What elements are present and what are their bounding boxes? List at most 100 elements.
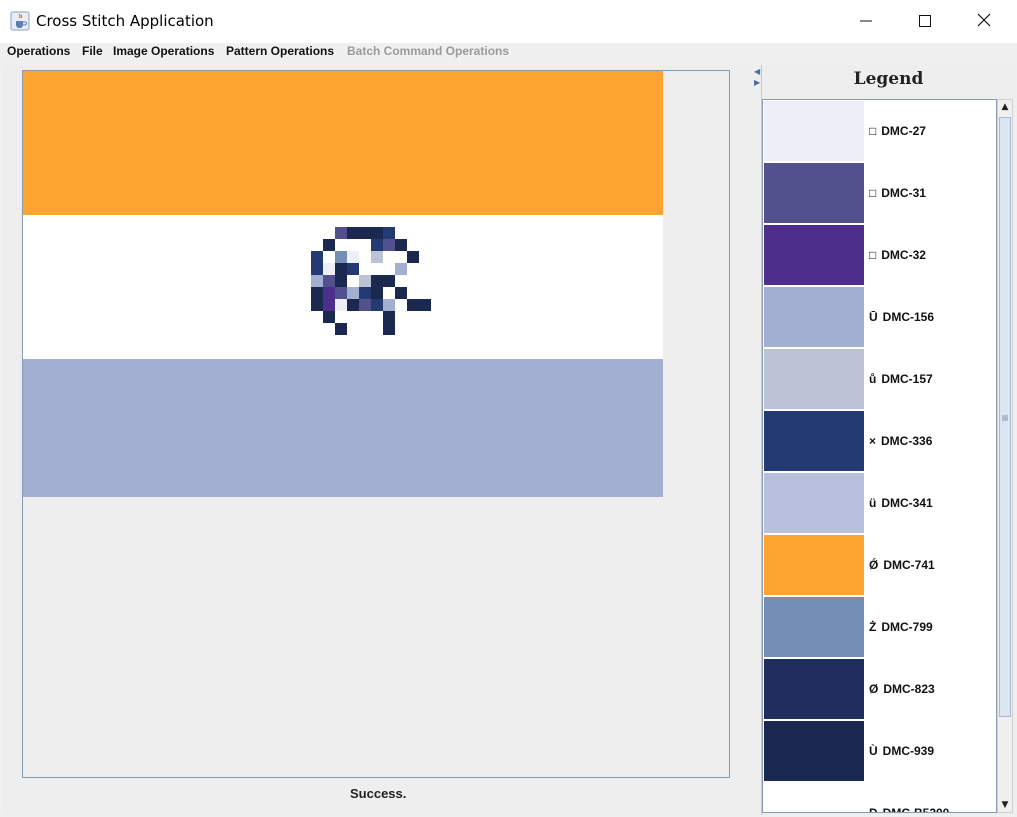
legend-item: □ DMC-31 (764, 163, 996, 223)
legend-label: □ DMC-31 (869, 186, 926, 200)
legend-label: Ǿ DMC-741 (869, 558, 935, 572)
collapse-right-icon[interactable]: ▶ (754, 78, 760, 87)
window-title: Cross Stitch Application (36, 12, 214, 30)
emblem-stitch (371, 275, 383, 287)
dmc-code: DMC-336 (881, 434, 933, 448)
legend-item: Ɖ DMC-B5200 (764, 783, 996, 813)
close-button[interactable] (961, 0, 1007, 43)
menu-file[interactable]: File (82, 44, 103, 58)
emblem-stitch (371, 251, 383, 263)
emblem-stitch (323, 287, 335, 299)
stitch-symbol: Ù (869, 744, 878, 758)
emblem-stitch (395, 287, 407, 299)
emblem-stitch (347, 287, 359, 299)
emblem-stitch (335, 299, 347, 311)
maximize-button[interactable] (902, 0, 948, 43)
emblem-stitch (335, 251, 347, 263)
color-swatch (764, 659, 864, 719)
stitch-symbol: Ǿ (869, 558, 879, 572)
dmc-code: DMC-157 (881, 372, 933, 386)
legend-label: Ż DMC-799 (869, 620, 933, 634)
menu-operations[interactable]: Operations (7, 44, 70, 58)
emblem-stitch (371, 287, 383, 299)
emblem-stitch (383, 227, 395, 239)
emblem-stitch (383, 299, 395, 311)
emblem-stitch (407, 299, 419, 311)
split-divider[interactable] (753, 65, 761, 815)
stitch-symbol: Ø (869, 682, 879, 696)
emblem-stitch (323, 299, 335, 311)
minimize-button[interactable] (843, 0, 889, 43)
dmc-code: DMC-B5200 (882, 806, 950, 813)
stitch-symbol: × (869, 434, 877, 448)
legend-label: ü DMC-341 (869, 496, 933, 510)
emblem-stitch (383, 239, 395, 251)
legend-label: □ DMC-32 (869, 248, 926, 262)
emblem-stitch (311, 263, 323, 275)
title-bar: Cross Stitch Application (0, 0, 1017, 43)
legend-label: Ù DMC-939 (869, 744, 934, 758)
dmc-code: DMC-823 (883, 682, 935, 696)
emblem-stitch (335, 263, 347, 275)
color-swatch (764, 411, 864, 471)
emblem-stitch (311, 275, 323, 287)
emblem-stitch (311, 299, 323, 311)
emblem-stitch (335, 323, 347, 335)
emblem-stitch (335, 227, 347, 239)
legend-title: Legend (853, 69, 924, 89)
emblem-stitch (395, 239, 407, 251)
emblem-stitch (323, 263, 335, 275)
menu-pattern-operations[interactable]: Pattern Operations (226, 44, 334, 58)
legend-item: Ū DMC-156 (764, 287, 996, 347)
color-swatch (764, 597, 864, 657)
dmc-code: DMC-156 (882, 310, 935, 324)
legend-label: × DMC-336 (869, 434, 932, 448)
emblem-stitch (347, 263, 359, 275)
stripe-top (23, 71, 663, 215)
emblem-stitch (311, 287, 323, 299)
emblem-stitch (359, 227, 371, 239)
emblem-stitch (383, 275, 395, 287)
legend-scrollbar[interactable]: ▲ ▼ (997, 99, 1013, 813)
emblem-stitch (383, 323, 395, 335)
dmc-code: DMC-939 (882, 744, 935, 758)
dmc-code: DMC-31 (881, 186, 926, 200)
scroll-down-icon[interactable]: ▼ (998, 798, 1012, 812)
legend-item: □ DMC-32 (764, 225, 996, 285)
dmc-code: DMC-32 (881, 248, 926, 262)
emblem-stitch (371, 299, 383, 311)
scroll-thumb[interactable] (999, 117, 1011, 717)
legend-label: Ū DMC-156 (869, 310, 934, 324)
legend-list[interactable]: □ DMC-27 □ DMC-31 □ DMC-32 Ū DMC-156 ů DMC-157 × DM… (762, 99, 997, 813)
legend-label: Ɖ DMC-B5200 (869, 806, 950, 813)
emblem-stitch (347, 299, 359, 311)
menu-bar: Operations File Image Operations Pattern… (0, 43, 1017, 63)
emblem-stitch (359, 299, 371, 311)
collapse-left-icon[interactable]: ◀ (754, 67, 760, 76)
stitch-symbol: Ū (869, 310, 878, 324)
color-swatch (764, 287, 864, 347)
dmc-code: DMC-799 (881, 620, 933, 634)
stitch-symbol: □ (869, 248, 877, 262)
menu-image-operations[interactable]: Image Operations (113, 44, 214, 58)
emblem-stitch (359, 287, 371, 299)
emblem-stitch (347, 251, 359, 263)
legend-label: □ DMC-27 (869, 124, 926, 138)
color-swatch (764, 163, 864, 223)
minimize-icon (860, 12, 872, 31)
dmc-code: DMC-741 (883, 558, 935, 572)
emblem-stitch (323, 311, 335, 323)
legend-item: Ǿ DMC-741 (764, 535, 996, 595)
emblem-stitch (383, 311, 395, 323)
legend-item: Ø DMC-823 (764, 659, 996, 719)
color-swatch (764, 101, 864, 161)
scroll-up-icon[interactable]: ▲ (998, 100, 1012, 114)
emblem-stitch (395, 263, 407, 275)
maximize-icon (919, 12, 931, 31)
stitch-symbol: Ż (869, 620, 877, 634)
legend-item: □ DMC-27 (764, 101, 996, 161)
java-cup-icon (10, 11, 30, 31)
legend-label: Ø DMC-823 (869, 682, 935, 696)
status-message: Success. (350, 786, 407, 801)
emblem-stitch (335, 275, 347, 287)
